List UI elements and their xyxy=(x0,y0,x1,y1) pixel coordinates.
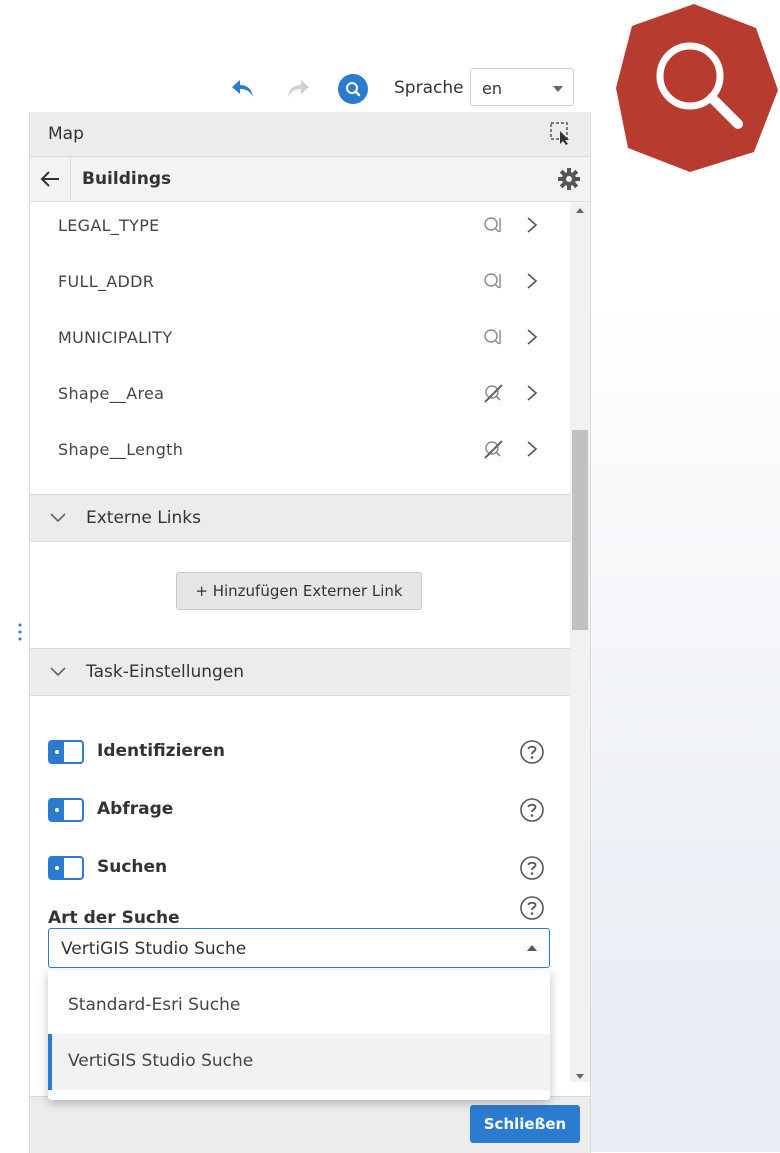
dropdown-option-selected[interactable]: VertiGIS Studio Suche xyxy=(48,1034,550,1090)
close-button[interactable]: Schließen xyxy=(470,1105,580,1143)
search-button[interactable] xyxy=(338,74,368,104)
field-row[interactable]: Shape__Length xyxy=(30,426,570,482)
back-arrow-icon[interactable] xyxy=(38,166,62,192)
search-type-value: VertiGIS Studio Suche xyxy=(61,939,247,959)
redo-icon[interactable] xyxy=(283,74,313,104)
scroll-up-icon[interactable] xyxy=(576,208,584,213)
language-label: Sprache xyxy=(394,78,464,98)
divider xyxy=(70,157,71,201)
section-header-external-links[interactable]: Externe Links xyxy=(30,495,570,542)
gear-icon[interactable] xyxy=(556,166,582,192)
help-icon[interactable] xyxy=(518,854,546,882)
app-logo xyxy=(616,2,780,174)
option-label: VertiGIS Studio Suche xyxy=(68,1051,254,1071)
field-name: LEGAL_TYPE xyxy=(58,216,160,235)
chevron-down-icon xyxy=(48,509,68,527)
field-name: FULL_ADDR xyxy=(58,272,155,291)
chevron-up-icon xyxy=(527,945,537,951)
add-external-link-button[interactable]: + Hinzufügen Externer Link xyxy=(176,572,422,610)
section-title: Task-Einstellungen xyxy=(86,662,245,682)
query-icon[interactable] xyxy=(482,270,504,292)
toggle-label: Abfrage xyxy=(97,799,174,819)
field-row[interactable]: FULL_ADDR xyxy=(30,258,570,314)
layer-header: Buildings xyxy=(30,157,590,202)
chevron-right-icon[interactable] xyxy=(524,214,540,236)
query-disabled-icon[interactable] xyxy=(482,382,504,404)
field-row[interactable]: Shape__Area xyxy=(30,370,570,426)
selection-indicator xyxy=(48,1034,52,1090)
search-icon xyxy=(338,74,368,104)
help-icon[interactable] xyxy=(518,796,546,824)
query-toggle[interactable] xyxy=(48,798,84,822)
chevron-down-icon xyxy=(48,663,68,681)
help-icon[interactable] xyxy=(518,894,546,922)
top-toolbar: Sprache en xyxy=(228,68,580,108)
section-header-task-settings[interactable]: Task-Einstellungen xyxy=(30,649,570,696)
chevron-down-icon xyxy=(553,86,563,92)
language-value: en xyxy=(482,79,502,98)
language-select[interactable]: en xyxy=(470,68,574,106)
section-title: Externe Links xyxy=(86,508,201,528)
background-gradient xyxy=(590,300,780,1152)
panel-title: Map xyxy=(48,124,84,144)
option-label: Standard-Esri Suche xyxy=(68,995,241,1015)
search-type-dropdown: Standard-Esri Suche VertiGIS Studio Such… xyxy=(48,970,550,1100)
search-toggle[interactable] xyxy=(48,856,84,880)
panel-header: Map xyxy=(30,112,590,157)
toggle-row-search: Suchen xyxy=(30,850,570,890)
help-icon[interactable] xyxy=(518,738,546,766)
panel-footer: Schließen xyxy=(29,1096,591,1153)
scroll-thumb[interactable] xyxy=(572,430,588,630)
layer-title: Buildings xyxy=(82,169,172,189)
toggle-row-identify: Identifizieren xyxy=(30,734,570,774)
field-name: Shape__Length xyxy=(58,440,184,459)
chevron-right-icon[interactable] xyxy=(524,438,540,460)
query-icon[interactable] xyxy=(482,326,504,348)
toggle-label: Suchen xyxy=(97,857,168,877)
select-tool-icon[interactable] xyxy=(548,120,574,146)
chevron-right-icon[interactable] xyxy=(524,382,540,404)
chevron-right-icon[interactable] xyxy=(524,326,540,348)
query-disabled-icon[interactable] xyxy=(482,438,504,460)
search-type-label: Art der Suche xyxy=(48,908,180,928)
chevron-right-icon[interactable] xyxy=(524,270,540,292)
query-icon[interactable] xyxy=(482,214,504,236)
field-name: MUNICIPALITY xyxy=(58,328,173,347)
toggle-row-query: Abfrage xyxy=(30,792,570,832)
splitter-handle[interactable] xyxy=(18,622,22,642)
dropdown-option[interactable]: Standard-Esri Suche xyxy=(48,978,550,1034)
undo-icon[interactable] xyxy=(228,74,258,104)
search-type-select[interactable]: VertiGIS Studio Suche xyxy=(48,928,550,968)
field-row[interactable]: LEGAL_TYPE xyxy=(30,202,570,258)
scrollbar[interactable] xyxy=(570,202,590,1082)
scroll-down-icon[interactable] xyxy=(576,1074,584,1079)
identify-toggle[interactable] xyxy=(48,740,84,764)
panel-content: LEGAL_TYPE FULL_ADDR MUNICIPALITY Shape_… xyxy=(30,202,570,1082)
toggle-label: Identifizieren xyxy=(97,741,225,761)
field-row[interactable]: MUNICIPALITY xyxy=(30,314,570,370)
field-name: Shape__Area xyxy=(58,384,165,403)
